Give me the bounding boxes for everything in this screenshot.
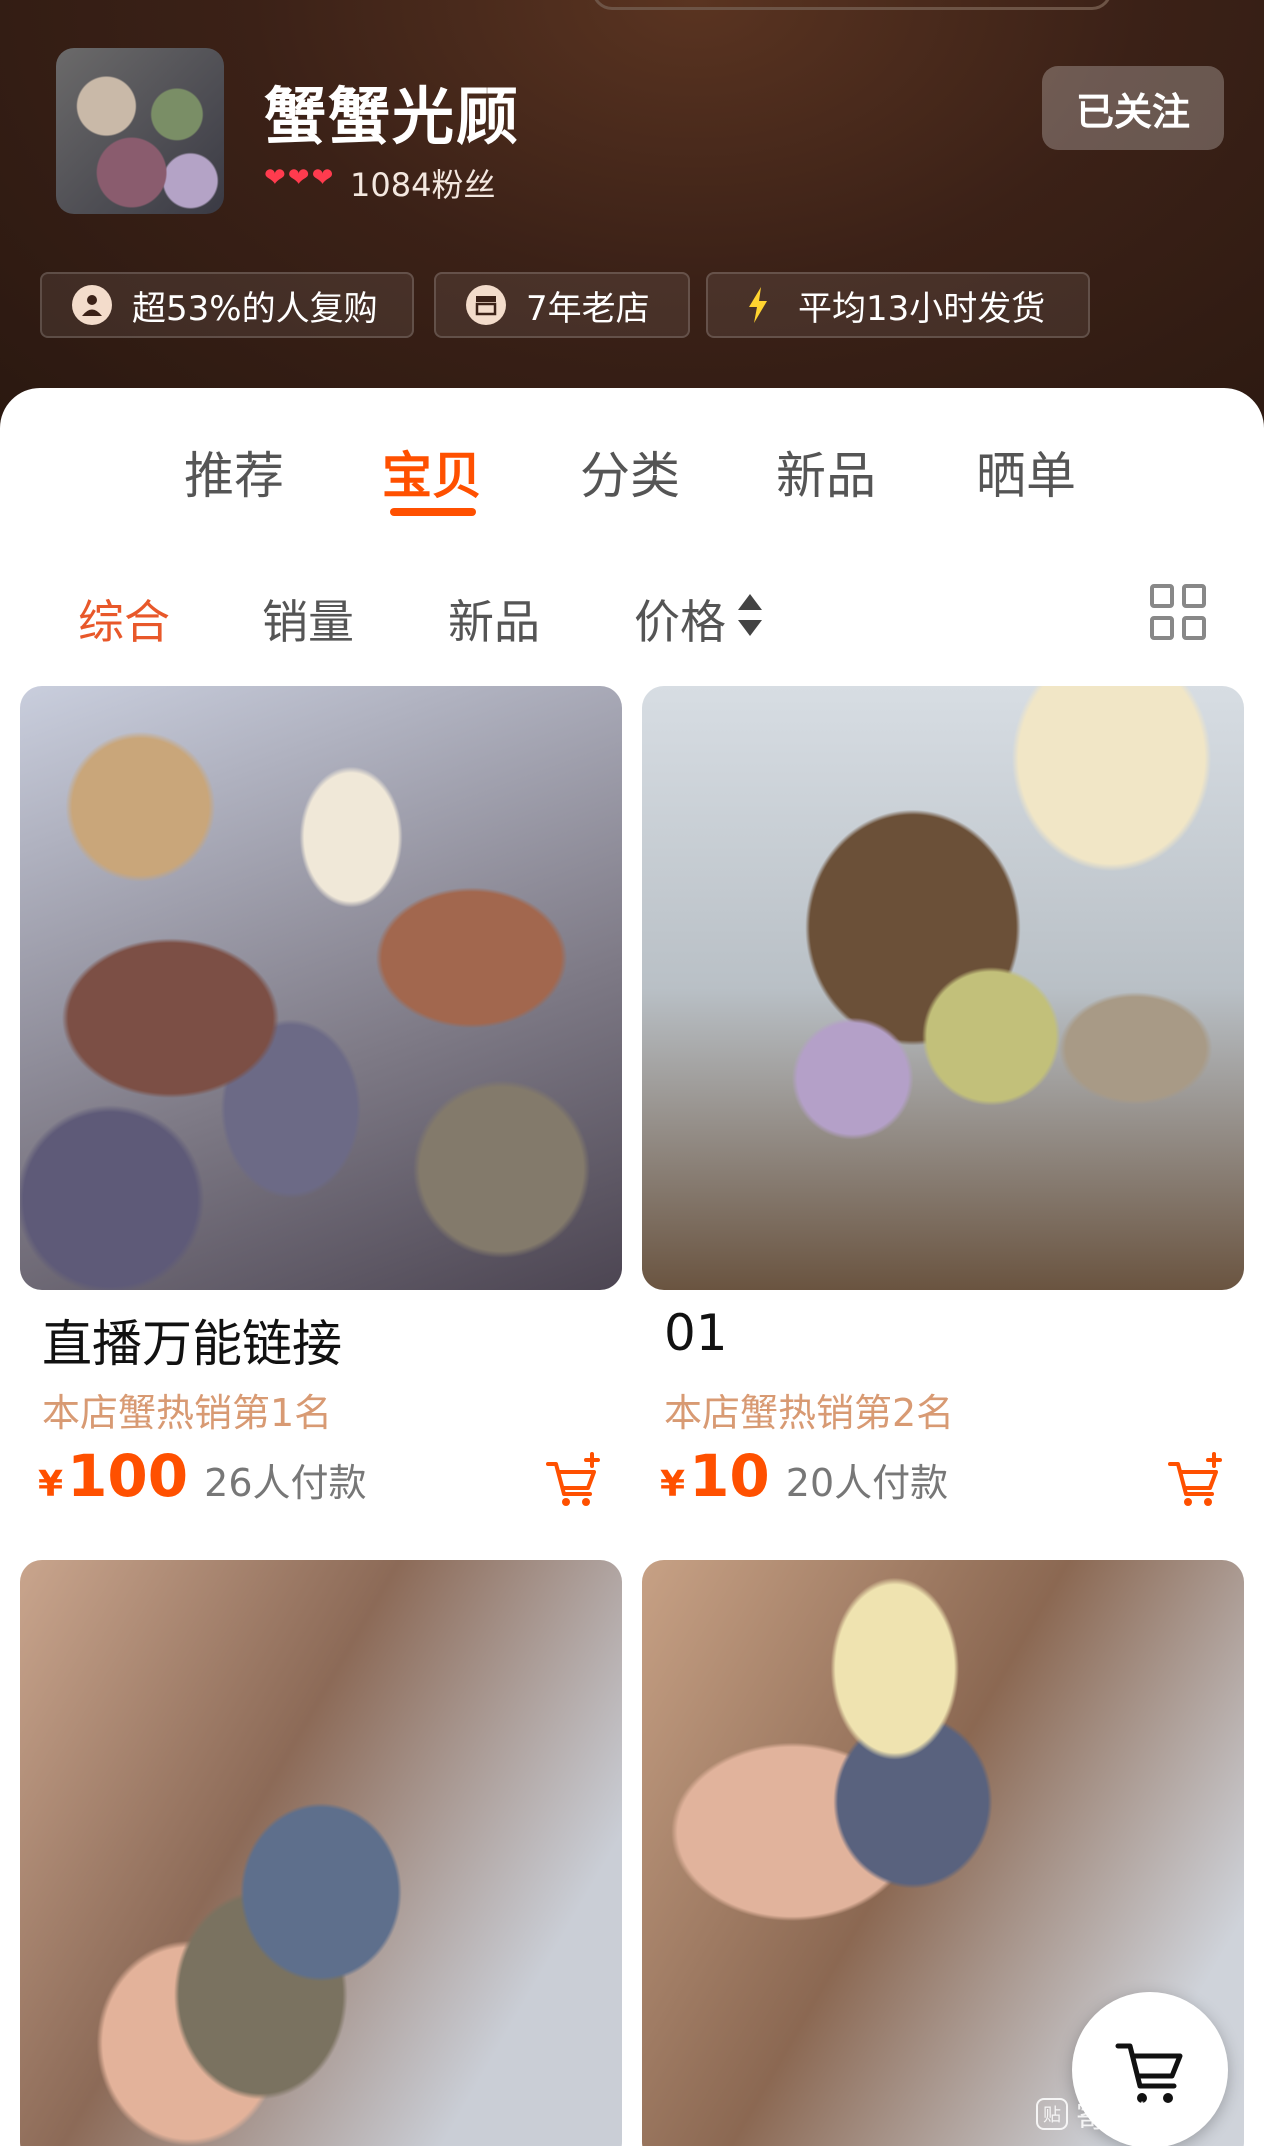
shop-header: 蟹蟹光顾 ❤ ❤ ❤ 1084粉丝 已关注 超53%的人复购 7年老店 平均13… bbox=[0, 0, 1264, 440]
watermark-text: 寄居蟹吧 bbox=[1076, 2100, 1196, 2135]
add-to-cart-icon[interactable] bbox=[542, 1450, 606, 1514]
tieba-logo-icon: 贴 bbox=[1036, 2098, 1068, 2130]
shop-page: 蟹蟹光顾 ❤ ❤ ❤ 1084粉丝 已关注 超53%的人复购 7年老店 平均13… bbox=[0, 0, 1264, 2146]
fans-count: 1084粉丝 bbox=[350, 166, 496, 204]
badge-label: 超53%的人复购 bbox=[132, 288, 378, 329]
shop-content: 推荐 宝贝 分类 新品 晒单 综合 销量 新品 价格 直播万能链接 本店蟹热销第… bbox=[0, 388, 1264, 2146]
tab-new[interactable]: 新品 bbox=[776, 436, 876, 508]
shop-avatar[interactable] bbox=[56, 48, 224, 214]
sort-price[interactable]: 价格 bbox=[634, 586, 726, 652]
heart-icon: ❤ bbox=[287, 163, 310, 193]
tab-recommend[interactable]: 推荐 bbox=[184, 436, 284, 508]
sort-overall[interactable]: 综合 bbox=[78, 586, 170, 652]
currency-symbol: ¥ bbox=[660, 1464, 686, 1505]
shop-name: 蟹蟹光顾 bbox=[264, 80, 521, 153]
shop-age-badge[interactable]: 7年老店 bbox=[434, 272, 690, 338]
shop-icon bbox=[466, 285, 506, 325]
tab-items[interactable]: 宝贝 bbox=[382, 436, 482, 508]
heart-icon: ❤ bbox=[264, 163, 286, 193]
product-image[interactable] bbox=[20, 686, 622, 1290]
badge-label: 平均13小时发货 bbox=[798, 288, 1046, 329]
product-rank: 本店蟹热销第1名 bbox=[42, 1391, 333, 1435]
product-price: ¥ 10 20人付款 bbox=[660, 1442, 948, 1510]
product-image[interactable] bbox=[642, 686, 1244, 1290]
product-title[interactable]: 直播万能链接 bbox=[42, 1304, 342, 1376]
watermark: 贴 寄居蟹吧 bbox=[1036, 2092, 1196, 2136]
sold-count: 20人付款 bbox=[785, 1461, 949, 1505]
sort-sales[interactable]: 销量 bbox=[262, 586, 354, 652]
grid-view-icon[interactable] bbox=[1150, 584, 1208, 642]
shop-tabs: 推荐 宝贝 分类 新品 晒单 bbox=[0, 436, 1264, 516]
product-image[interactable] bbox=[20, 1560, 622, 2146]
repurchase-badge[interactable]: 超53%的人复购 bbox=[40, 272, 414, 338]
price-value: 10 bbox=[689, 1442, 770, 1510]
product-price: ¥ 100 26人付款 bbox=[38, 1442, 367, 1510]
tab-reviews[interactable]: 晒单 bbox=[976, 436, 1076, 508]
shipping-badge[interactable]: 平均13小时发货 bbox=[706, 272, 1090, 338]
tab-categories[interactable]: 分类 bbox=[580, 436, 680, 508]
user-icon bbox=[72, 285, 112, 325]
active-tab-indicator bbox=[390, 508, 476, 516]
heart-icon: ❤ bbox=[311, 163, 334, 193]
search-bar-edge[interactable] bbox=[592, 0, 1112, 10]
sort-new[interactable]: 新品 bbox=[448, 586, 540, 652]
shop-rating-hearts: ❤ ❤ ❤ bbox=[264, 165, 333, 191]
sort-bar: 综合 销量 新品 价格 bbox=[0, 586, 1264, 656]
badge-label: 7年老店 bbox=[526, 288, 650, 329]
sold-count: 26人付款 bbox=[204, 1461, 367, 1505]
currency-symbol: ¥ bbox=[38, 1464, 64, 1505]
sort-arrows-icon bbox=[738, 590, 762, 644]
price-value: 100 bbox=[67, 1442, 189, 1510]
product-title[interactable]: 01 bbox=[664, 1304, 728, 1362]
add-to-cart-icon[interactable] bbox=[1164, 1450, 1228, 1514]
lightning-icon bbox=[738, 285, 778, 325]
follow-button[interactable]: 已关注 bbox=[1042, 66, 1224, 150]
product-rank: 本店蟹热销第2名 bbox=[664, 1391, 955, 1435]
